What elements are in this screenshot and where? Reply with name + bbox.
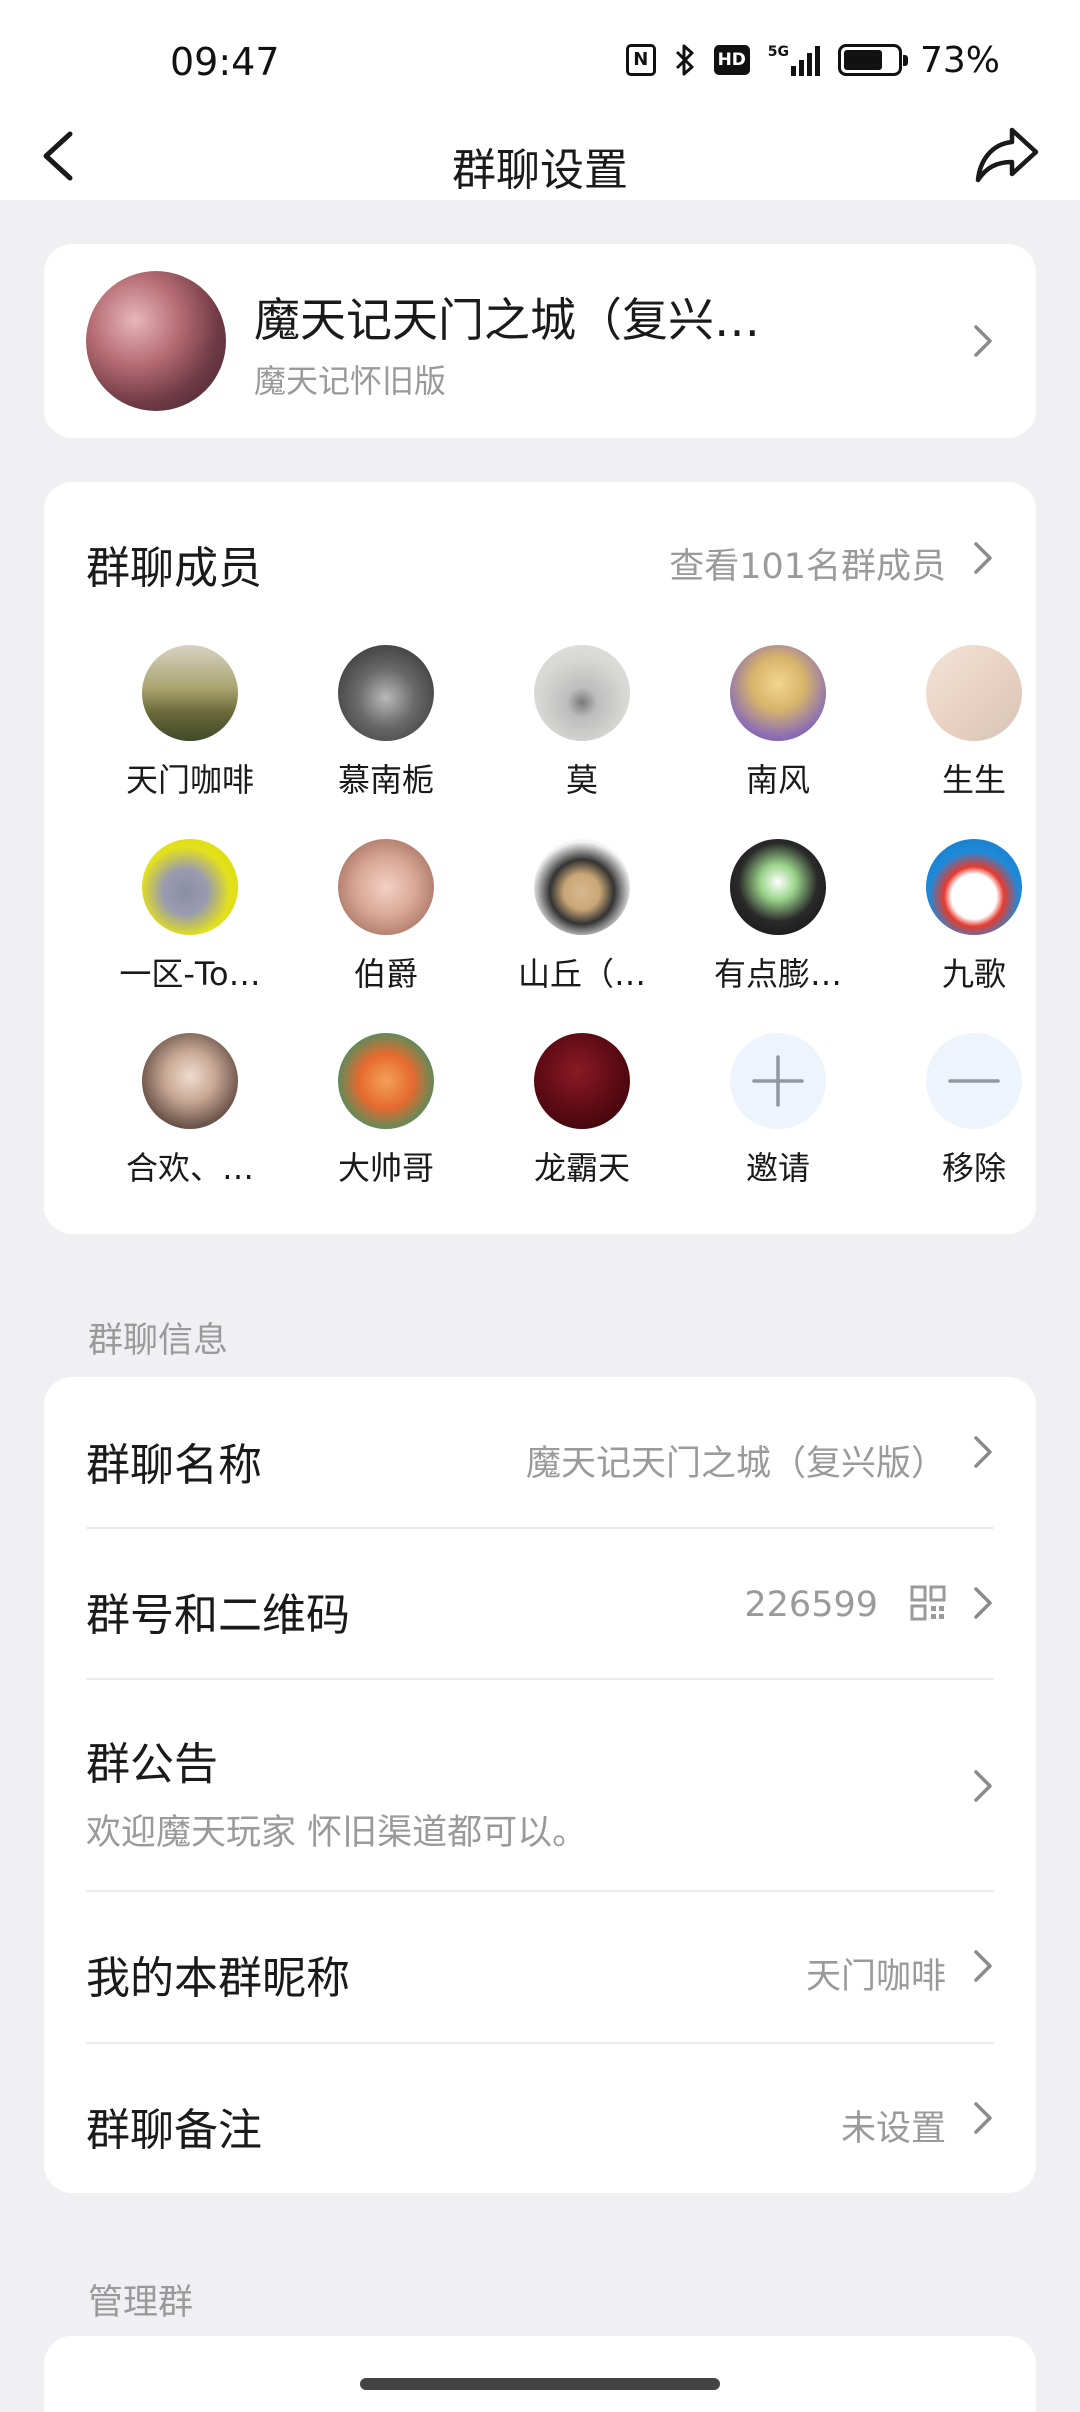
row-title: 群聊备注	[86, 2105, 262, 2156]
battery-icon	[837, 44, 908, 76]
chevron-right-icon	[972, 1768, 994, 1804]
member-avatar	[534, 1033, 630, 1129]
nav-bar: 群聊设置	[0, 110, 1080, 200]
member-item[interactable]: 南风	[688, 645, 868, 801]
remove-label: 移除	[941, 1149, 1006, 1187]
group-info-card: 群聊名称 魔天记天门之城（复兴版） 群号和二维码 226599 群公告 欢迎魔天…	[44, 1377, 1036, 2193]
chevron-right-icon	[972, 1585, 994, 1621]
member-avatar	[338, 645, 434, 741]
manage-group-card	[44, 2336, 1036, 2412]
page-title: 群聊设置	[452, 145, 628, 196]
group-subtitle: 魔天记怀旧版	[254, 362, 447, 400]
member-name: 大帅哥	[337, 1149, 434, 1187]
member-item[interactable]: 莫	[492, 645, 672, 801]
member-item[interactable]: 九歌	[884, 839, 1064, 995]
member-avatar	[926, 645, 1022, 741]
invite-member-button[interactable]: 邀请	[688, 1033, 868, 1189]
chevron-right-icon	[972, 1434, 994, 1470]
member-item[interactable]: 伯爵	[296, 839, 476, 995]
row-value: 天门咖啡	[805, 1957, 946, 1997]
member-avatar	[730, 839, 826, 935]
view-all-members-link[interactable]: 查看101名群成员	[669, 538, 946, 589]
row-title: 我的本群昵称	[86, 1953, 350, 2004]
member-avatar	[142, 1033, 238, 1129]
member-avatar	[338, 1033, 434, 1129]
remove-member-button[interactable]: 移除	[884, 1033, 1064, 1189]
member-item[interactable]: 有点膨…	[688, 839, 868, 995]
notice-preview: 欢迎魔天玩家 怀旧渠道都可以。	[86, 1813, 588, 1853]
member-name: 一区-To…	[119, 955, 261, 993]
member-name: 合欢、…	[125, 1149, 254, 1187]
share-icon	[975, 127, 1039, 183]
member-item[interactable]: 龙霸天	[492, 1033, 672, 1189]
row-title: 群公告	[86, 1739, 218, 1790]
chevron-right-icon	[972, 2100, 994, 2136]
member-item[interactable]: 天门咖啡	[100, 645, 280, 801]
member-name: 南风	[745, 761, 810, 799]
hd-icon: HD	[713, 45, 750, 75]
members-card: 群聊成员 查看101名群成员 天门咖啡 慕南栀 莫 南风 生生 一区-To… 伯…	[44, 482, 1036, 1234]
member-name: 天门咖啡	[125, 761, 254, 799]
group-name: 魔天记天门之城（复兴…	[254, 293, 760, 347]
member-item[interactable]: 大帅哥	[296, 1033, 476, 1189]
group-avatar	[86, 271, 226, 411]
member-avatar	[926, 839, 1022, 935]
group-notice-row[interactable]: 群公告 欢迎魔天玩家 怀旧渠道都可以。	[44, 1680, 1036, 1890]
chevron-right-icon	[972, 323, 994, 359]
member-item[interactable]: 慕南栀	[296, 645, 476, 801]
member-name: 生生	[941, 761, 1006, 799]
home-indicator[interactable]	[360, 2378, 720, 2390]
row-title: 群聊名称	[86, 1440, 262, 1491]
minus-icon	[926, 1033, 1022, 1129]
status-time: 09:47	[170, 40, 280, 84]
member-name: 伯爵	[353, 955, 418, 993]
row-value: 魔天记天门之城（复兴版）	[525, 1444, 946, 1484]
member-avatar	[534, 839, 630, 935]
member-name: 有点膨…	[713, 955, 842, 993]
my-nickname-row[interactable]: 我的本群昵称 天门咖啡	[44, 1892, 1036, 2042]
member-avatar	[730, 645, 826, 741]
member-name: 莫	[565, 761, 598, 799]
group-remark-row[interactable]: 群聊备注 未设置	[44, 2044, 1036, 2193]
status-bar: 09:47 N HD 5G 73%	[0, 0, 1080, 110]
member-item[interactable]: 一区-To…	[100, 839, 280, 995]
member-name: 山丘（…	[517, 955, 646, 993]
group-id-qr-row[interactable]: 群号和二维码 226599	[44, 1529, 1036, 1679]
chevron-right-icon	[972, 1948, 994, 1984]
member-avatar	[142, 839, 238, 935]
member-name: 九歌	[941, 955, 1006, 993]
bluetooth-icon	[674, 43, 696, 77]
member-name: 慕南栀	[337, 761, 434, 799]
share-button[interactable]	[974, 124, 1040, 186]
member-item[interactable]: 生生	[884, 645, 1064, 801]
invite-label: 邀请	[745, 1149, 810, 1187]
group-profile-card[interactable]: 魔天记天门之城（复兴… 魔天记怀旧版	[44, 244, 1036, 438]
section-label-group-info: 群聊信息	[88, 1321, 229, 1361]
member-item[interactable]: 合欢、…	[100, 1033, 280, 1189]
battery-percent: 73%	[919, 39, 1000, 81]
member-avatar	[338, 839, 434, 935]
members-title: 群聊成员	[86, 543, 262, 594]
member-item[interactable]: 山丘（…	[492, 839, 672, 995]
chevron-right-icon	[972, 540, 994, 576]
signal-5g-icon: 5G	[768, 44, 820, 76]
row-value: 未设置	[840, 2109, 946, 2149]
row-title: 群号和二维码	[86, 1590, 350, 1641]
status-icons: N HD 5G 73%	[625, 38, 1000, 82]
member-name: 龙霸天	[533, 1149, 630, 1187]
member-avatar	[534, 645, 630, 741]
member-avatar	[142, 645, 238, 741]
qr-code-icon	[910, 1585, 946, 1621]
section-label-manage-group: 管理群	[88, 2283, 194, 2323]
group-name-row[interactable]: 群聊名称 魔天记天门之城（复兴版）	[44, 1377, 1036, 1527]
plus-icon	[730, 1033, 826, 1129]
nfc-icon: N	[625, 44, 656, 76]
row-value: 226599	[744, 1585, 878, 1625]
